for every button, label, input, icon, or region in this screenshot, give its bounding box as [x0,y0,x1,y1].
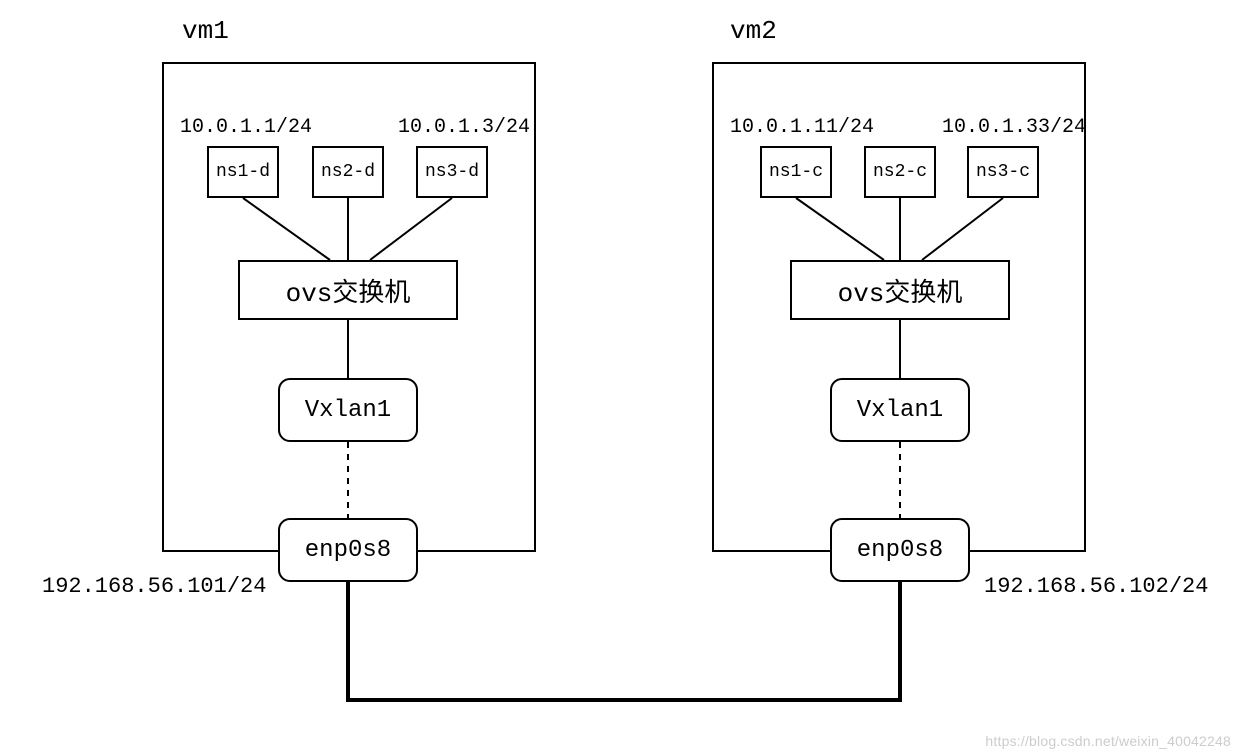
vm1-ns1-ip: 10.0.1.1/24 [180,116,312,139]
watermark: https://blog.csdn.net/weixin_40042248 [985,733,1231,749]
vm1-ovs-label: ovs交换机 [286,272,411,309]
vm2-ovs-box: ovs交换机 [790,260,1010,320]
vm2-enp-label: enp0s8 [857,537,943,564]
vm2-ns1-box: ns1-c [760,146,832,198]
vm1-ns3-label: ns3-d [425,162,479,182]
vm1-ns3-ip: 10.0.1.3/24 [398,116,530,139]
vm1-ns1-label: ns1-d [216,162,270,182]
vm1-ns1-box: ns1-d [207,146,279,198]
vm1-ns2-label: ns2-d [321,162,375,182]
vm1-ovs-box: ovs交换机 [238,260,458,320]
vm1-host-ip: 192.168.56.101/24 [42,574,266,599]
vm2-vxlan-label: Vxlan1 [857,397,943,424]
vm2-ns3-ip: 10.0.1.33/24 [942,116,1086,139]
vm2-ns1-ip: 10.0.1.11/24 [730,116,874,139]
vm2-vxlan-box: Vxlan1 [830,378,970,442]
vm1-enp-label: enp0s8 [305,537,391,564]
vm2-ovs-label: ovs交换机 [838,272,963,309]
vm1-vxlan-box: Vxlan1 [278,378,418,442]
vm2-ns3-box: ns3-c [967,146,1039,198]
vm2-ns2-box: ns2-c [864,146,936,198]
vm2-title: vm2 [730,16,777,46]
vm2-ns3-label: ns3-c [976,162,1030,182]
vm1-enp-box: enp0s8 [278,518,418,582]
vm1-ns2-box: ns2-d [312,146,384,198]
vm2-enp-box: enp0s8 [830,518,970,582]
vm1-title: vm1 [182,16,229,46]
vm2-host-ip: 192.168.56.102/24 [984,574,1208,599]
vm2-ns1-label: ns1-c [769,162,823,182]
vm2-ns2-label: ns2-c [873,162,927,182]
vm1-vxlan-label: Vxlan1 [305,397,391,424]
vm1-ns3-box: ns3-d [416,146,488,198]
